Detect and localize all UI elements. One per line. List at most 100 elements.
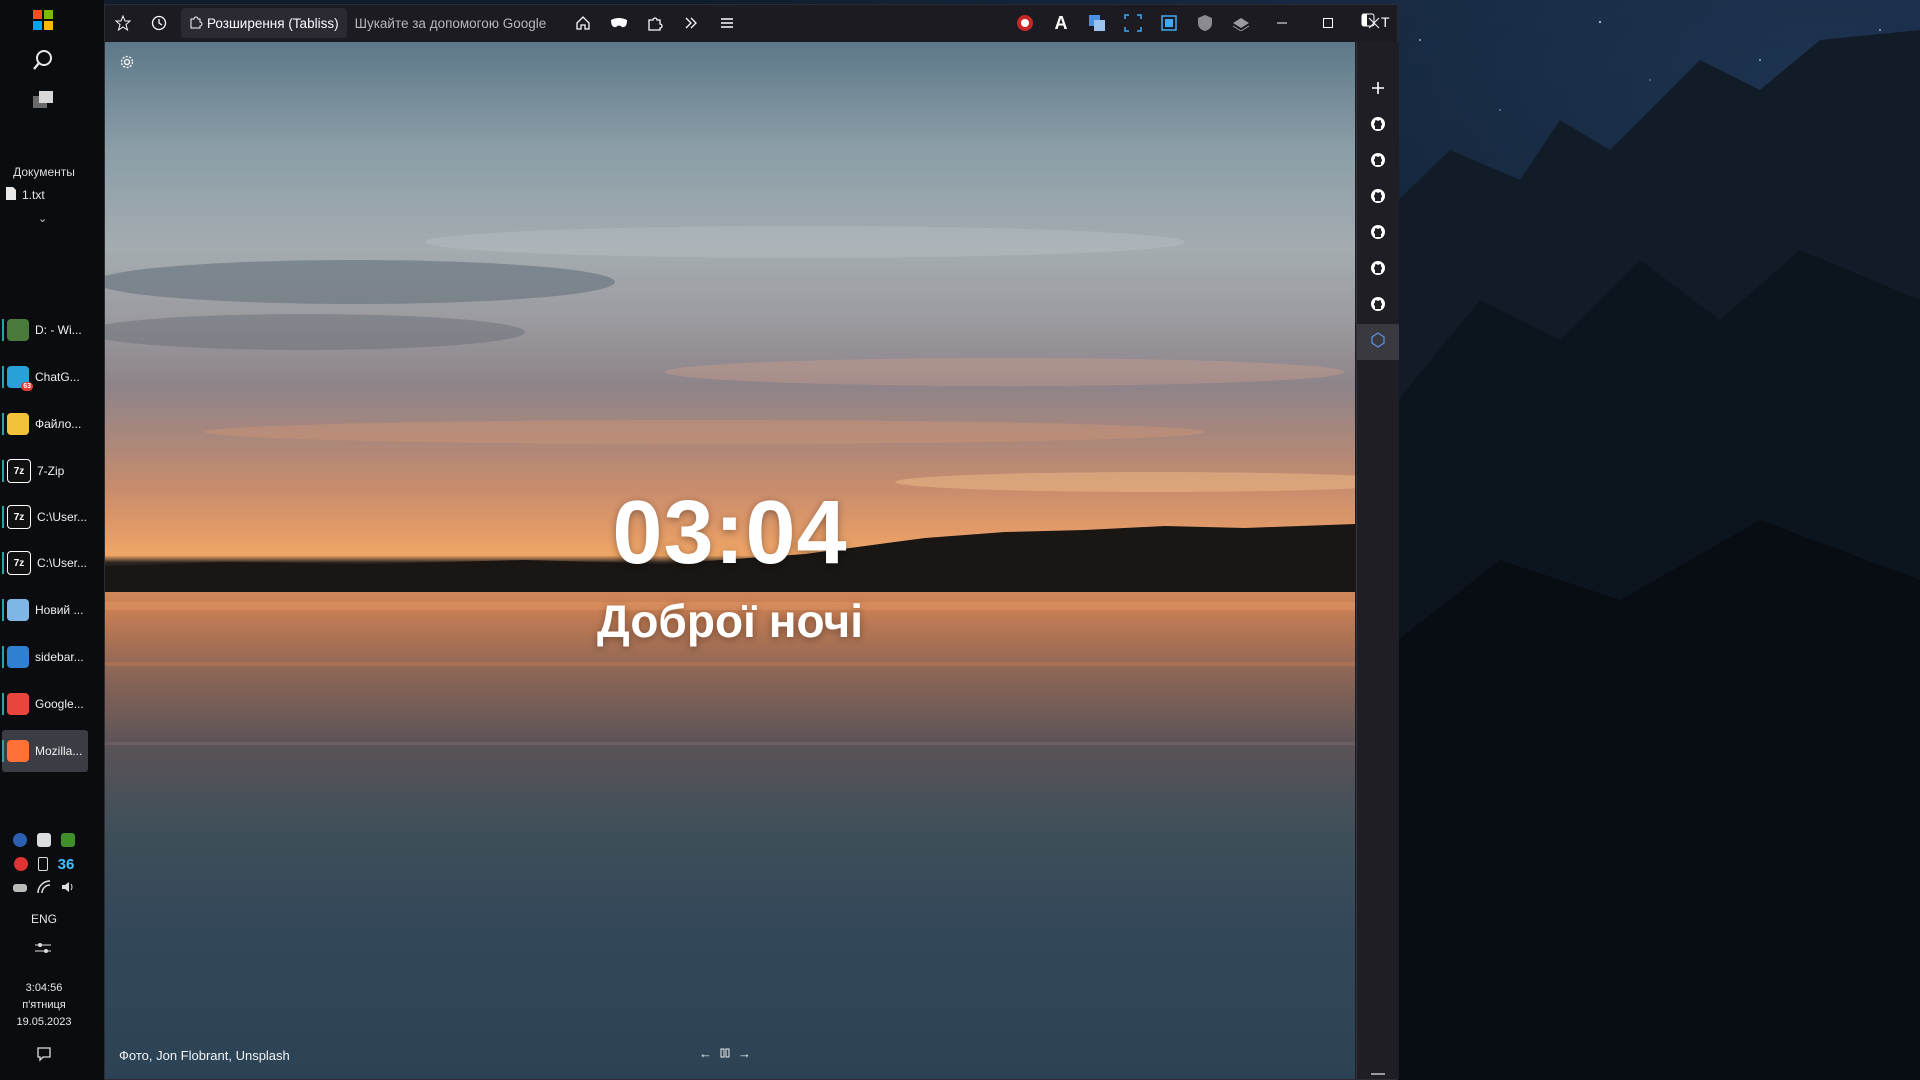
previous-arrow-icon[interactable]: ← — [699, 1046, 712, 1061]
discord-icon[interactable] — [37, 833, 51, 847]
taskbar-app-label: D: - Wi... — [35, 323, 82, 337]
active-tab[interactable]: Розширення (Tabliss) — [181, 8, 347, 38]
taskbar: Документы 1.txt ⌄ D: - Wi... 63 ChatG... Фа… — [0, 0, 104, 1080]
extensions-icon[interactable] — [637, 5, 673, 41]
recent-file-label: 1.txt — [22, 188, 45, 202]
sidebar-panel-icon — [1361, 13, 1375, 30]
7zip-icon: 7z — [7, 459, 31, 483]
clock-date: 19.05.2023 — [16, 1016, 72, 1028]
system-clock[interactable]: 3:04:56 п'ятниця 19.05.2023 — [0, 980, 88, 1031]
notepad-icon — [7, 599, 29, 621]
github-icon — [1370, 116, 1386, 137]
taskbar-app-item[interactable]: Google... — [2, 683, 88, 725]
sidebar-item-github-icon[interactable] — [1357, 144, 1399, 180]
clock-time: 3:04:56 — [25, 982, 63, 994]
menu-hamburger-icon[interactable] — [709, 5, 745, 41]
shield-extension-icon[interactable] — [1187, 5, 1223, 41]
sidebar-item-plus-icon[interactable] — [1357, 72, 1399, 108]
settings-gear-icon[interactable] — [119, 54, 135, 75]
taskbar-app-label: sidebar... — [35, 650, 84, 664]
language-indicator[interactable]: ENG — [0, 912, 88, 926]
sidebar-item-github-icon[interactable] — [1357, 252, 1399, 288]
sidebar-item-list — [1357, 42, 1399, 360]
next-arrow-icon[interactable]: → — [738, 1046, 751, 1061]
folder-icon — [7, 413, 29, 435]
screenshot-extension-icon[interactable] — [1115, 5, 1151, 41]
taskbar-app-item[interactable]: 63 ChatG... — [2, 356, 88, 398]
bookmark-star-icon[interactable] — [105, 5, 141, 41]
minimize-button[interactable] — [1259, 5, 1305, 41]
chrome-icon — [7, 693, 29, 715]
tree-app-icon — [7, 319, 29, 341]
file-icon — [6, 187, 16, 203]
recent-file-item[interactable]: 1.txt — [6, 187, 45, 203]
stack-extension-icon[interactable] — [1223, 5, 1259, 41]
tab-title-label: Розширення (Tabliss) — [207, 15, 339, 31]
taskbar-app-item[interactable]: Новий ... — [2, 589, 88, 631]
taskbar-app-item[interactable]: 7z C:\User... — [2, 542, 88, 584]
documents-title: Документы — [13, 165, 75, 179]
taskbar-app-item[interactable]: Файло... — [2, 403, 88, 445]
greeting-text: Доброї ночі — [597, 595, 863, 647]
start-windows-icon[interactable] — [33, 10, 53, 30]
clock-weekday: п'ятниця — [22, 999, 66, 1011]
antivirus-icon[interactable] — [13, 857, 28, 871]
wifi-icon[interactable] — [37, 879, 51, 897]
taskbar-app-item[interactable]: Mozilla... — [2, 730, 88, 772]
7zip-icon: 7z — [7, 551, 31, 575]
taskbar-app-item[interactable]: D: - Wi... — [2, 309, 88, 351]
sidebar-item-extension-icon[interactable] — [1357, 324, 1399, 360]
plus-icon — [1371, 81, 1385, 100]
maximize-button[interactable] — [1305, 5, 1351, 41]
system-tray: 36 — [0, 832, 88, 904]
taskbar-app-item[interactable]: sidebar... — [2, 636, 88, 678]
vscode-icon — [7, 646, 29, 668]
unread-badge: 63 — [21, 382, 33, 391]
notification-icon[interactable] — [36, 1046, 52, 1065]
taskbar-app-item[interactable]: 7z 7-Zip — [2, 450, 88, 492]
taskbar-app-item[interactable]: 7z C:\User... — [2, 496, 88, 538]
taskbar-app-label: Файло... — [35, 417, 82, 431]
search-icon[interactable] — [31, 48, 55, 75]
private-mask-icon[interactable] — [601, 5, 637, 41]
task-view-icon[interactable] — [31, 88, 55, 115]
7zip-icon: 7z — [7, 505, 31, 529]
taskbar-app-label: ChatG... — [35, 370, 80, 384]
firefox-window: Розширення (Tabliss) Шукайте за допомого… — [104, 4, 1399, 1080]
sidebar-item-github-icon[interactable] — [1357, 108, 1399, 144]
url-bar-input[interactable]: Шукайте за допомогою Google — [347, 16, 565, 31]
history-clock-icon[interactable] — [141, 5, 177, 41]
sidebar-item-github-icon[interactable] — [1357, 180, 1399, 216]
clock-display: 03:04 — [612, 483, 848, 583]
puzzle-piece-icon — [189, 15, 203, 32]
chevron-down-icon[interactable]: ⌄ — [38, 212, 47, 225]
capture-extension-icon[interactable] — [1151, 5, 1187, 41]
sidebar-scroll-handle[interactable] — [1371, 1073, 1385, 1075]
sidebar-title: T — [1381, 13, 1390, 30]
github-icon — [1370, 188, 1386, 209]
telegram-icon: 63 — [7, 366, 33, 391]
volume-icon[interactable] — [61, 880, 75, 897]
translate-extension-icon[interactable] — [1079, 5, 1115, 41]
nvidia-icon[interactable] — [61, 833, 75, 847]
pause-icon[interactable] — [720, 1046, 730, 1061]
tray-counter[interactable]: 36 — [58, 856, 75, 873]
github-icon — [1370, 224, 1386, 245]
sidebar-header[interactable]: T — [1361, 13, 1390, 30]
sliders-icon[interactable] — [34, 941, 52, 958]
photo-credit[interactable]: Фото, Jon Flobrant, Unsplash — [119, 1048, 290, 1063]
overflow-chevrons-icon[interactable] — [673, 5, 709, 41]
home-icon[interactable] — [565, 5, 601, 41]
ublock-extension-icon[interactable] — [1007, 5, 1043, 41]
extension-icon — [1370, 331, 1386, 353]
power-icon[interactable] — [13, 884, 27, 892]
network-app-icon[interactable] — [13, 833, 27, 847]
github-icon — [1370, 152, 1386, 173]
taskbar-app-label: C:\User... — [37, 556, 88, 570]
font-extension-icon[interactable]: A — [1043, 5, 1079, 41]
github-icon — [1370, 260, 1386, 281]
new-tab-page: 03:04 Доброї ночі Фото, Jon Flobrant, Un… — [105, 42, 1355, 1079]
sidebar-item-github-icon[interactable] — [1357, 288, 1399, 324]
battery-icon[interactable] — [37, 857, 48, 871]
sidebar-item-github-icon[interactable] — [1357, 216, 1399, 252]
